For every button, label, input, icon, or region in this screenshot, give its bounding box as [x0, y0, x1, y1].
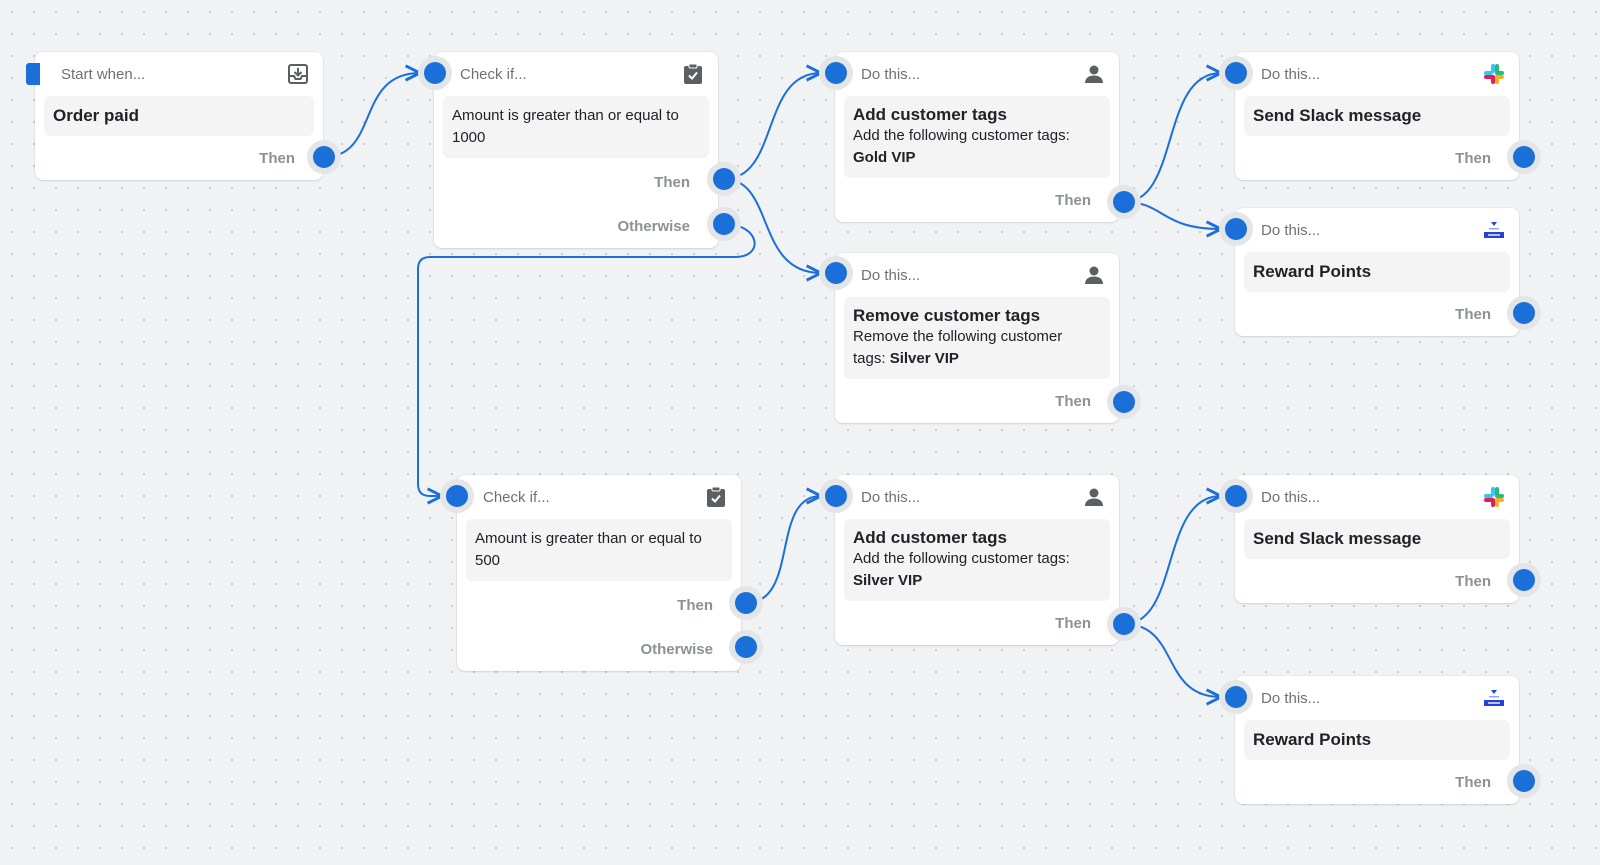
customer-icon: [1083, 486, 1105, 508]
slack1-input-port[interactable]: [1225, 62, 1247, 84]
edge-check2-then-to-add-silver[interactable]: [745, 496, 821, 604]
slack1-then-port[interactable]: [1513, 146, 1535, 168]
action-card-slack-1[interactable]: Do this... Send Slack message Then: [1235, 52, 1519, 180]
slack2-input-port[interactable]: [1225, 485, 1247, 507]
output-label-then: Then: [259, 149, 295, 167]
clipboard-check-icon: [705, 486, 727, 508]
tag-value: Silver VIP: [853, 572, 923, 589]
slack2-then-port[interactable]: [1513, 569, 1535, 591]
edge-add-gold-to-reward1[interactable]: [1123, 201, 1221, 229]
card-kind-label: Start when...: [61, 65, 146, 83]
start-marker: [26, 63, 40, 85]
output-label-then: Then: [1455, 572, 1491, 590]
output-label-then: Then: [1055, 614, 1091, 632]
tag-value: Gold VIP: [853, 149, 916, 166]
output-label-then: Then: [1455, 149, 1491, 167]
card-kind-label: Do this...: [861, 266, 921, 284]
slack-icon: [1483, 486, 1505, 508]
customer-icon: [1083, 264, 1105, 286]
output-label-then: Then: [1055, 191, 1091, 209]
output-label-then: Then: [1455, 305, 1491, 323]
card-kind-label: Check if...: [483, 488, 550, 506]
condition-text: Amount is greater than or equal to 1000: [452, 107, 679, 146]
action-card-add-tags-silver[interactable]: Do this... Add customer tags Add the fol…: [835, 475, 1119, 645]
output-label-then: Then: [1455, 773, 1491, 791]
edge-add-silver-to-reward2[interactable]: [1123, 623, 1221, 697]
check2-then-port[interactable]: [735, 592, 757, 614]
add-silver-then-port[interactable]: [1113, 613, 1135, 635]
reward2-then-port[interactable]: [1513, 770, 1535, 792]
customer-icon: [1083, 63, 1105, 85]
card-kind-label: Do this...: [1261, 689, 1321, 707]
condition-card-amount-1000[interactable]: Check if... Amount is greater than or eq…: [434, 52, 718, 248]
edge-add-gold-to-slack1[interactable]: [1123, 73, 1221, 203]
action-title: Add customer tags: [853, 105, 1007, 124]
edge-trigger-to-check1[interactable]: [323, 73, 420, 158]
card-kind-label: Do this...: [1261, 221, 1321, 239]
loyalty-app-icon: [1483, 687, 1505, 709]
action-title: Send Slack message: [1253, 529, 1422, 548]
add-silver-input-port[interactable]: [825, 485, 847, 507]
trigger-title: Order paid: [53, 106, 139, 125]
card-kind-label: Do this...: [1261, 65, 1321, 83]
loyalty-app-icon: [1483, 219, 1505, 241]
action-card-slack-2[interactable]: Do this... Send Slack message Then: [1235, 475, 1519, 603]
action-description: Add the following customer tags:: [853, 127, 1070, 144]
check2-input-port[interactable]: [446, 485, 468, 507]
edge-add-silver-to-slack2[interactable]: [1123, 496, 1221, 625]
reward1-then-port[interactable]: [1513, 302, 1535, 324]
remove-silver-then-port[interactable]: [1113, 391, 1135, 413]
card-kind-label: Do this...: [861, 65, 921, 83]
check2-otherwise-port[interactable]: [735, 636, 757, 658]
action-title: Remove customer tags: [853, 306, 1041, 325]
clipboard-check-icon: [682, 63, 704, 85]
card-kind-label: Do this...: [1261, 488, 1321, 506]
download-tray-icon: [287, 63, 309, 85]
edge-check1-then-to-remove-silver[interactable]: [723, 178, 821, 273]
add-gold-input-port[interactable]: [825, 62, 847, 84]
action-title: Reward Points: [1253, 262, 1372, 281]
action-description: Add the following customer tags:: [853, 550, 1070, 567]
output-label-then: Then: [1055, 392, 1091, 410]
trigger-then-port[interactable]: [313, 146, 335, 168]
action-card-remove-tags-silver[interactable]: Do this... Remove customer tags Remove t…: [835, 253, 1119, 423]
add-gold-then-port[interactable]: [1113, 191, 1135, 213]
condition-card-amount-500[interactable]: Check if... Amount is greater than or eq…: [457, 475, 741, 671]
condition-text: Amount is greater than or equal to 500: [475, 530, 702, 569]
edge-check1-otherwise-to-check2[interactable]: [417, 223, 756, 496]
check1-then-port[interactable]: [713, 168, 735, 190]
action-card-reward-points-2[interactable]: Do this... Reward Points Then: [1235, 676, 1519, 804]
output-label-then: Then: [677, 596, 713, 614]
card-kind-label: Do this...: [861, 488, 921, 506]
output-label-otherwise: Otherwise: [640, 640, 713, 658]
action-card-reward-points-1[interactable]: Do this... Reward Points Then: [1235, 208, 1519, 336]
edge-check1-then-to-add-gold[interactable]: [723, 73, 821, 180]
remove-silver-input-port[interactable]: [825, 262, 847, 284]
output-label-otherwise: Otherwise: [617, 217, 690, 235]
check1-input-port[interactable]: [424, 62, 446, 84]
tag-value: Silver VIP: [889, 350, 959, 367]
action-title: Reward Points: [1253, 730, 1372, 749]
action-title: Add customer tags: [853, 528, 1007, 547]
trigger-card-order-paid[interactable]: Start when... Order paid Then: [26, 52, 323, 180]
reward2-input-port[interactable]: [1225, 686, 1247, 708]
action-title: Send Slack message: [1253, 106, 1422, 125]
check1-otherwise-port[interactable]: [713, 213, 735, 235]
output-label-then: Then: [654, 173, 690, 191]
card-kind-label: Check if...: [460, 65, 527, 83]
slack-icon: [1483, 63, 1505, 85]
reward1-input-port[interactable]: [1225, 218, 1247, 240]
action-card-add-tags-gold[interactable]: Do this... Add customer tags Add the fol…: [835, 52, 1119, 222]
